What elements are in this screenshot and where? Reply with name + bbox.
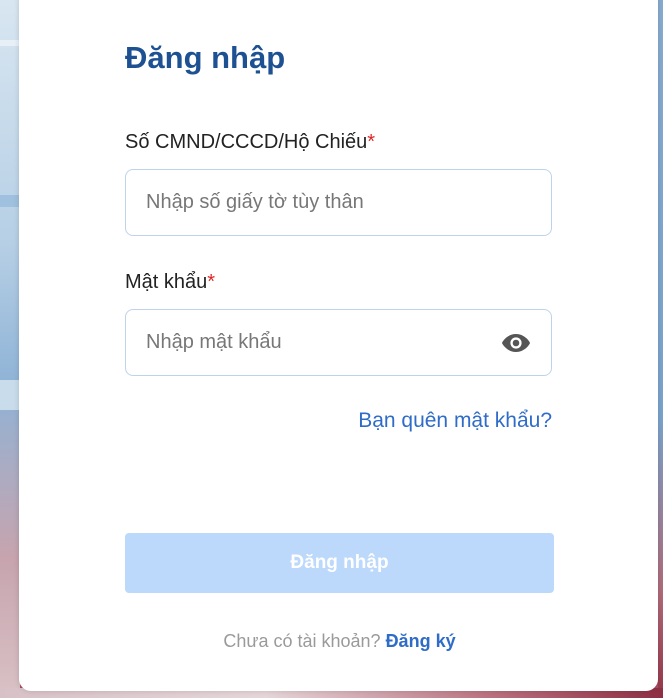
signup-prompt: Chưa có tài khoản? Đăng ký [125,631,554,652]
password-label-text: Mật khẩu [125,271,208,293]
id-number-field-box [125,169,552,236]
signup-link[interactable]: Đăng ký [386,631,456,651]
password-label: Mật khẩu* [125,271,215,294]
background-right [658,0,663,698]
page-title: Đăng nhập [125,40,286,75]
required-mark: * [367,131,376,153]
id-number-label-text: Số CMND/CCCD/Hộ Chiếu [125,131,368,153]
login-card: Đăng nhập Số CMND/CCCD/Hộ Chiếu* Mật khẩ… [19,0,658,691]
forgot-password-link[interactable]: Bạn quên mật khẩu? [358,409,552,433]
password-field-box [125,309,552,376]
id-number-input[interactable] [126,170,551,235]
password-input[interactable] [126,310,551,375]
id-number-label: Số CMND/CCCD/Hộ Chiếu* [125,131,375,154]
login-button[interactable]: Đăng nhập [125,533,554,593]
background-left [0,0,20,698]
eye-icon-svg [502,334,530,352]
required-mark: * [207,271,216,293]
eye-icon[interactable] [501,331,531,355]
no-account-text: Chưa có tài khoản? [223,631,381,651]
